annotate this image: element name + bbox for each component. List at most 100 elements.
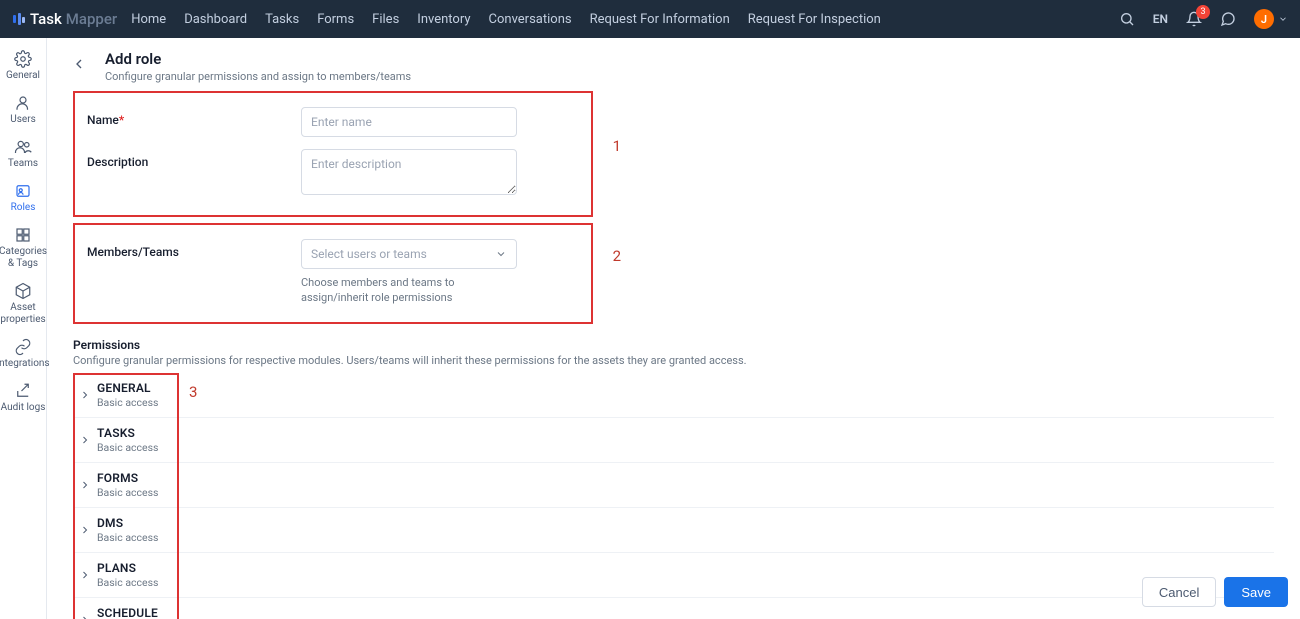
gear-icon: [14, 50, 32, 68]
search-icon[interactable]: [1119, 11, 1135, 27]
chevron-right-icon: [79, 524, 91, 536]
nav-rfinsp[interactable]: Request For Inspection: [748, 12, 881, 27]
permission-item-tasks[interactable]: TASKSBasic access: [73, 418, 1274, 463]
chevron-right-icon: [79, 479, 91, 491]
cancel-button[interactable]: Cancel: [1142, 577, 1216, 607]
permissions-subtitle: Configure granular permissions for respe…: [73, 354, 1274, 367]
logo-text-1: Task: [30, 10, 62, 28]
permission-name: SCHEDULE: [97, 606, 158, 619]
nav-tasks[interactable]: Tasks: [265, 12, 299, 27]
annotation-1: 1: [613, 137, 621, 155]
sidebar-label-audit-logs: Audit logs: [1, 402, 46, 414]
chat-icon[interactable]: [1220, 11, 1236, 27]
logo-icon: [12, 12, 26, 26]
permission-item-forms[interactable]: FORMSBasic access: [73, 463, 1274, 508]
permission-access: Basic access: [97, 486, 158, 499]
topbar: TaskMapper Home Dashboard Tasks Forms Fi…: [0, 0, 1300, 38]
users-icon: [14, 138, 32, 156]
nav-home[interactable]: Home: [131, 12, 166, 27]
permission-name: PLANS: [97, 561, 158, 575]
permission-item-schedule[interactable]: SCHEDULEBasic access: [73, 598, 1274, 619]
name-label: Name: [87, 113, 119, 127]
sidebar-label-asset-properties: Asset properties: [0, 302, 47, 326]
permission-name: FORMS: [97, 471, 158, 485]
sidebar-item-roles[interactable]: Roles: [0, 176, 47, 220]
members-helper-text: Choose members and teams to assign/inher…: [301, 275, 517, 306]
footer-actions: Cancel Save: [1142, 577, 1288, 607]
sidebar-item-general[interactable]: General: [0, 44, 47, 88]
annotation-2: 2: [613, 247, 621, 265]
sidebar-label-general: General: [6, 70, 40, 82]
nav-inventory[interactable]: Inventory: [417, 12, 470, 27]
permissions-title: Permissions: [73, 338, 1274, 352]
permission-item-plans[interactable]: PLANSBasic access: [73, 553, 1274, 598]
log-icon: [14, 382, 32, 400]
topbar-right: EN 3 J: [1119, 9, 1288, 29]
sidebar-item-integrations[interactable]: Integrations: [0, 332, 47, 376]
user-menu[interactable]: J: [1254, 9, 1288, 29]
sidebar: General Users Teams Roles Categories & T…: [0, 38, 47, 619]
permission-access: Basic access: [97, 441, 158, 454]
avatar: J: [1254, 9, 1274, 29]
permission-access: Basic access: [97, 531, 158, 544]
box-icon: [14, 282, 32, 300]
page-title: Add role: [105, 50, 411, 68]
chevron-right-icon: [79, 569, 91, 581]
permissions-header: Permissions Configure granular permissio…: [47, 330, 1300, 373]
user-icon: [14, 94, 32, 112]
sidebar-item-audit-logs[interactable]: Audit logs: [0, 376, 47, 420]
sidebar-item-asset-properties[interactable]: Asset properties: [0, 276, 47, 332]
permission-item-general[interactable]: GENERALBasic access: [73, 373, 1274, 418]
sidebar-item-users[interactable]: Users: [0, 88, 47, 132]
name-input[interactable]: [301, 107, 517, 137]
permission-name: DMS: [97, 516, 158, 530]
members-select-placeholder: Select users or teams: [311, 247, 427, 261]
top-nav: Home Dashboard Tasks Forms Files Invento…: [131, 12, 881, 27]
sidebar-item-categories-tags[interactable]: Categories & Tags: [0, 220, 47, 276]
sidebar-label-users: Users: [10, 114, 36, 126]
permission-item-dms[interactable]: DMSBasic access: [73, 508, 1274, 553]
required-indicator: *: [119, 113, 124, 127]
back-button[interactable]: [67, 52, 91, 76]
nav-conversations[interactable]: Conversations: [489, 12, 572, 27]
permission-access: Basic access: [97, 396, 158, 409]
annotation-box-2: Members/Teams Select users or teams Choo…: [73, 223, 593, 324]
permission-access: Basic access: [97, 576, 158, 589]
nav-forms[interactable]: Forms: [317, 12, 354, 27]
permission-name: GENERAL: [97, 381, 158, 395]
page-header: Add role Configure granular permissions …: [47, 38, 1300, 91]
members-select[interactable]: Select users or teams: [301, 239, 517, 269]
chevron-right-icon: [79, 434, 91, 446]
nav-rfi[interactable]: Request For Information: [590, 12, 730, 27]
nav-files[interactable]: Files: [372, 12, 399, 27]
notification-badge: 3: [1196, 5, 1210, 19]
permissions-list: GENERALBasic access TASKSBasic access FO…: [47, 373, 1300, 619]
link-icon: [14, 338, 32, 356]
sidebar-label-roles: Roles: [11, 202, 36, 214]
bell-icon[interactable]: 3: [1186, 11, 1202, 27]
annotation-3: 3: [189, 383, 197, 401]
chevron-right-icon: [79, 614, 91, 619]
nav-dashboard[interactable]: Dashboard: [184, 12, 247, 27]
description-label: Description: [87, 149, 301, 169]
page-subtitle: Configure granular permissions and assig…: [105, 70, 411, 83]
chevron-left-icon: [71, 56, 87, 72]
logo[interactable]: TaskMapper: [12, 10, 117, 28]
save-button[interactable]: Save: [1224, 577, 1288, 607]
logo-text-2: Mapper: [66, 10, 117, 28]
grid-icon: [14, 226, 32, 244]
permission-name: TASKS: [97, 426, 158, 440]
chevron-right-icon: [79, 389, 91, 401]
sidebar-item-teams[interactable]: Teams: [0, 132, 47, 176]
chevron-down-icon: [1278, 14, 1288, 24]
id-icon: [14, 182, 32, 200]
sidebar-label-categories-tags: Categories & Tags: [0, 246, 47, 270]
annotation-box-1: Name* Description: [73, 91, 593, 217]
sidebar-label-teams: Teams: [8, 158, 38, 170]
members-label: Members/Teams: [87, 239, 301, 259]
sidebar-label-integrations: Integrations: [0, 358, 50, 370]
main-content: Add role Configure granular permissions …: [47, 38, 1300, 619]
description-input[interactable]: [301, 149, 517, 195]
language-selector[interactable]: EN: [1153, 12, 1168, 26]
chevron-down-icon: [495, 248, 507, 260]
